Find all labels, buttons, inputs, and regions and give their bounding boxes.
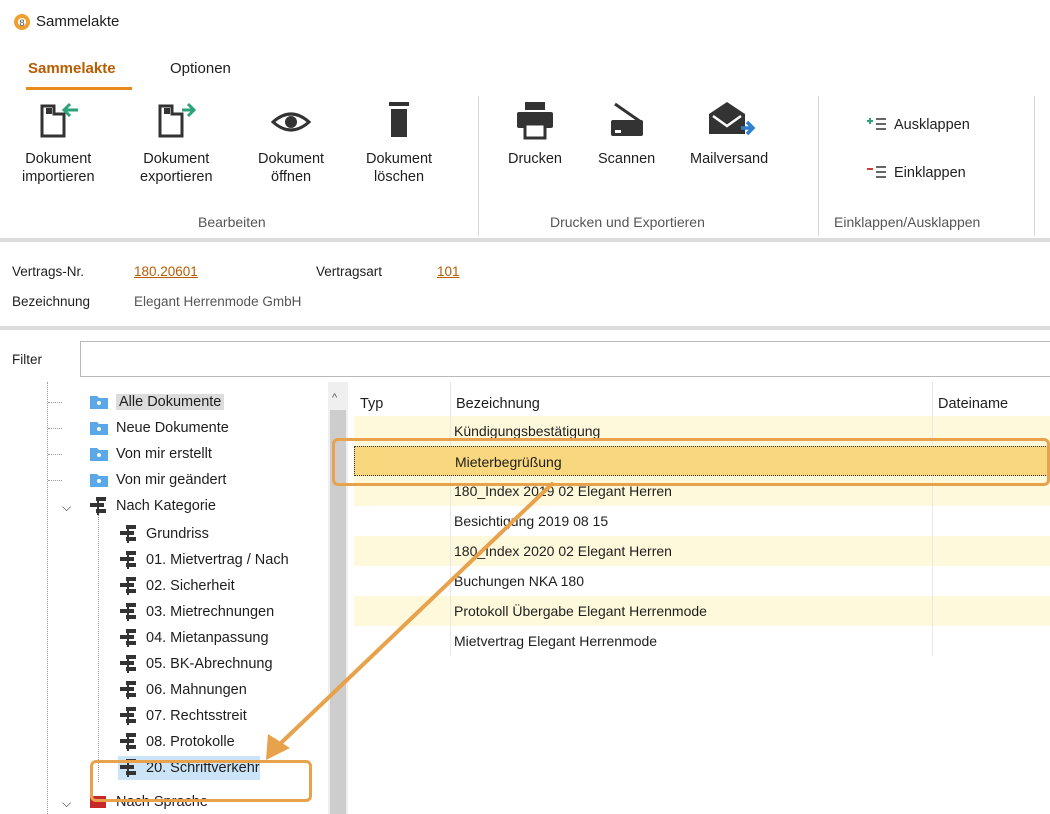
tree-item-neue-dokumente[interactable]: Neue Dokumente (88, 416, 229, 440)
scan-button[interactable]: Scannen (598, 100, 655, 168)
highlight-selected-row (332, 438, 1050, 486)
column-header-typ[interactable]: Typ (360, 396, 383, 412)
folder-icon (90, 396, 108, 409)
tree-item-protokolle[interactable]: 08. Protokolle (118, 730, 235, 754)
hierarchy-icon (120, 525, 136, 543)
eye-icon (270, 112, 312, 132)
filter-input[interactable] (80, 341, 1050, 377)
hierarchy-icon (90, 497, 106, 515)
tree-item-mietvertrag[interactable]: 01. Mietvertrag / Nach (118, 548, 289, 572)
import-document-button[interactable]: Dokument importieren (22, 100, 95, 186)
tree-item-mietrechnungen[interactable]: 03. Mietrechnungen (118, 600, 274, 624)
folder-icon (90, 474, 108, 487)
printer-icon (517, 102, 553, 140)
table-row[interactable]: Besichtigung 2019 08 15 (354, 506, 1050, 536)
svg-text:8: 8 (19, 19, 25, 29)
category-tree: Alle Dokumente Neue Dokumente Von mir er… (0, 382, 328, 814)
delete-document-button[interactable]: Dokument löschen (366, 100, 432, 186)
print-button[interactable]: Drucken (508, 100, 562, 168)
group-label-bearbeiten: Bearbeiten (198, 214, 266, 230)
app-logo-icon: 8 (14, 14, 30, 30)
import-icon (40, 102, 79, 138)
column-header-bezeichnung[interactable]: Bezeichnung (456, 396, 540, 412)
vertragsart-link[interactable]: 101 (437, 264, 460, 279)
table-row[interactable]: Buchungen NKA 180 (354, 566, 1050, 596)
vertrags-nr-link[interactable]: 180.20601 (134, 264, 198, 279)
hierarchy-icon (120, 577, 136, 595)
tree-item-bk-abrechnung[interactable]: 05. BK-Abrechnung (118, 652, 273, 676)
expand-button[interactable]: Ausklappen (866, 116, 970, 134)
export-icon (158, 102, 197, 138)
hierarchy-icon (120, 603, 136, 621)
title-bar: 8 Sammelakte (0, 0, 1050, 46)
group-label-klappen: Einklappen/Ausklappen (834, 214, 981, 230)
ribbon: Dokument importieren Dokument exportiere… (0, 92, 1050, 242)
hierarchy-icon (120, 681, 136, 699)
hierarchy-icon (120, 733, 136, 751)
filter-label: Filter (12, 352, 42, 367)
hierarchy-icon (120, 551, 136, 569)
bezeichnung-value: Elegant Herrenmode GmbH (134, 294, 302, 309)
tree-item-sicherheit[interactable]: 02. Sicherheit (118, 574, 235, 598)
tree-item-mietanpassung[interactable]: 04. Mietanpassung (118, 626, 269, 650)
table-row[interactable]: 180_Index 2020 02 Elegant Herren (354, 536, 1050, 566)
vertragsart-label: Vertragsart (316, 264, 383, 279)
hierarchy-icon (120, 707, 136, 725)
tree-item-rechtsstreit[interactable]: 07. Rechtsstreit (118, 704, 247, 728)
scroll-up-icon[interactable]: ^ (332, 392, 337, 404)
tab-sammelakte[interactable]: Sammelakte (28, 60, 116, 77)
bezeichnung-label: Bezeichnung (12, 294, 91, 309)
tree-item-mahnungen[interactable]: 06. Mahnungen (118, 678, 247, 702)
open-document-button[interactable]: Dokument öffnen (258, 100, 324, 186)
mail-button[interactable]: Mailversand (690, 100, 768, 168)
tree-item-alle-dokumente[interactable]: Alle Dokumente (88, 390, 225, 414)
table-row[interactable]: Mietvertrag Elegant Herrenmode (354, 626, 1050, 656)
column-header-dateiname[interactable]: Dateiname (938, 396, 1008, 412)
chevron-down-icon[interactable]: ⌵ (62, 796, 71, 811)
ribbon-separator (478, 96, 479, 236)
trash-icon (389, 102, 410, 137)
hierarchy-icon (120, 655, 136, 673)
divider (0, 238, 1050, 242)
ribbon-separator (818, 96, 819, 236)
chevron-down-icon[interactable]: ⌵ (62, 500, 71, 515)
expand-icon (867, 118, 886, 130)
folder-icon (90, 422, 108, 435)
hierarchy-icon (120, 629, 136, 647)
scanner-icon (610, 102, 643, 136)
ribbon-tabs: Sammelakte Optionen (0, 56, 1050, 96)
mail-send-icon (709, 102, 756, 136)
table-row[interactable]: Protokoll Übergabe Elegant Herrenmode (354, 596, 1050, 626)
collapse-icon (867, 166, 886, 178)
export-document-button[interactable]: Dokument exportieren (140, 100, 213, 186)
collapse-button[interactable]: Einklappen (866, 164, 966, 182)
active-tab-indicator (26, 87, 132, 90)
highlight-target-folder (90, 760, 312, 802)
tree-item-von-mir-erstellt[interactable]: Von mir erstellt (88, 442, 212, 466)
tab-optionen[interactable]: Optionen (170, 60, 231, 77)
divider (0, 326, 1050, 330)
tree-item-von-mir-geaendert[interactable]: Von mir geändert (88, 468, 226, 492)
ribbon-separator (1034, 96, 1035, 236)
window-title: Sammelakte (36, 13, 120, 30)
folder-icon (90, 448, 108, 461)
tree-item-nach-kategorie[interactable]: Nach Kategorie (88, 494, 216, 518)
group-label-drucken: Drucken und Exportieren (550, 214, 705, 230)
tree-item-grundriss[interactable]: Grundriss (118, 522, 209, 546)
vertrags-nr-label: Vertrags-Nr. (12, 264, 85, 279)
